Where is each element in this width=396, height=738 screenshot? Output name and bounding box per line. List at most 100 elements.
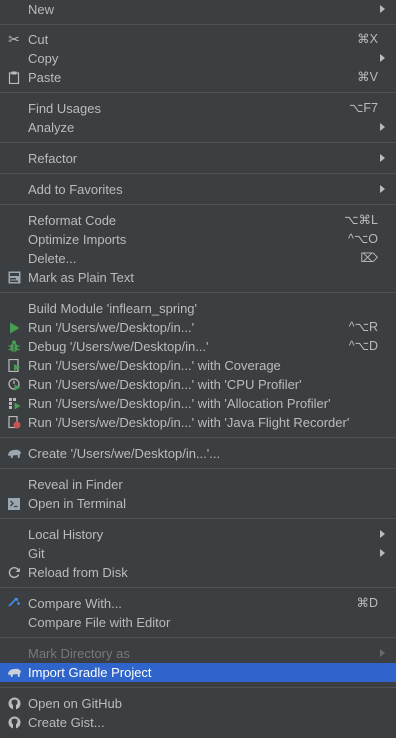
menu-item-compare-file-with-editor[interactable]: Compare File with Editor bbox=[0, 613, 396, 632]
menu-separator bbox=[0, 173, 396, 174]
menu-item-label: Optimize Imports bbox=[28, 232, 127, 247]
scissors-icon: ✂ bbox=[8, 31, 20, 47]
menu-separator bbox=[0, 142, 396, 143]
menu-item-label: Cut bbox=[28, 32, 49, 47]
menu-item-create-gist[interactable]: Create Gist... bbox=[0, 713, 396, 732]
shortcut-label: ⌘D bbox=[356, 596, 378, 610]
menu-item-label: Run '/Users/we/Desktop/in...' with 'CPU … bbox=[28, 377, 302, 392]
menu-item-run-cpu-profiler[interactable]: Run '/Users/we/Desktop/in...' with 'CPU … bbox=[0, 375, 396, 394]
menu-item-label: Build Module 'inflearn_spring' bbox=[28, 301, 198, 316]
menu-item-local-history[interactable]: Local History bbox=[0, 525, 396, 544]
menu-item-run-java-flight-recorder[interactable]: Run '/Users/we/Desktop/in...' with 'Java… bbox=[0, 413, 396, 432]
menu-item-label: Delete... bbox=[28, 251, 77, 266]
menu-item-label: Local History bbox=[28, 527, 104, 542]
menu-item-label: Import Gradle Project bbox=[28, 665, 152, 680]
shortcut-label: ⌘V bbox=[357, 70, 378, 84]
submenu-arrow-icon bbox=[380, 530, 385, 538]
menu-separator bbox=[0, 587, 396, 588]
menu-item-reveal-in-finder[interactable]: Reveal in Finder bbox=[0, 475, 396, 494]
menu-item-reformat-code[interactable]: Reformat Code ⌥⌘L bbox=[0, 211, 396, 230]
menu-item-build-module[interactable]: Build Module 'inflearn_spring' bbox=[0, 299, 396, 318]
menu-item-label: Open in Terminal bbox=[28, 496, 127, 511]
menu-item-run-allocation-profiler[interactable]: Run '/Users/we/Desktop/in...' with 'Allo… bbox=[0, 394, 396, 413]
menu-separator bbox=[0, 92, 396, 93]
menu-item-label: Compare File with Editor bbox=[28, 615, 171, 630]
menu-item-label: Add to Favorites bbox=[28, 182, 123, 197]
menu-item-label: Mark Directory as bbox=[28, 646, 130, 661]
submenu-arrow-icon bbox=[380, 549, 385, 557]
terminal-icon bbox=[6, 496, 22, 511]
menu-item-delete[interactable]: Delete... ⌦ bbox=[0, 249, 396, 268]
menu-item-paste[interactable]: Paste ⌘V bbox=[0, 68, 396, 87]
menu-item-label: Refactor bbox=[28, 151, 78, 166]
menu-item-find-usages[interactable]: Find Usages ⌥F7 bbox=[0, 99, 396, 118]
submenu-arrow-icon bbox=[380, 54, 385, 62]
submenu-arrow-icon bbox=[380, 185, 385, 193]
gradle-elephant-icon bbox=[6, 446, 22, 461]
shortcut-label: ^⌥D bbox=[348, 339, 378, 353]
menu-item-analyze[interactable]: Analyze bbox=[0, 118, 396, 137]
shortcut-label: ^⌥R bbox=[348, 320, 378, 334]
menu-separator bbox=[0, 437, 396, 438]
menu-separator bbox=[0, 292, 396, 293]
menu-item-run[interactable]: Run '/Users/we/Desktop/in...' ^⌥R bbox=[0, 318, 396, 337]
menu-item-mark-plain-text[interactable]: Mark as Plain Text bbox=[0, 268, 396, 287]
coverage-icon bbox=[6, 358, 22, 373]
menu-item-label: Compare With... bbox=[28, 596, 122, 611]
submenu-arrow-icon bbox=[380, 123, 385, 131]
cpu-profiler-icon bbox=[6, 377, 22, 392]
menu-item-label: Create '/Users/we/Desktop/in...'... bbox=[28, 446, 221, 461]
menu-item-label: Git bbox=[28, 546, 45, 561]
menu-item-reload-from-disk[interactable]: Reload from Disk bbox=[0, 563, 396, 582]
menu-item-import-gradle-project[interactable]: Import Gradle Project bbox=[0, 663, 396, 682]
menu-item-refactor[interactable]: Refactor bbox=[0, 149, 396, 168]
shortcut-label: ⌦ bbox=[360, 251, 378, 265]
menu-item-new[interactable]: New bbox=[0, 0, 396, 19]
menu-item-run-coverage[interactable]: Run '/Users/we/Desktop/in...' with Cover… bbox=[0, 356, 396, 375]
menu-item-label: Find Usages bbox=[28, 101, 101, 116]
flight-recorder-icon bbox=[6, 415, 22, 430]
menu-item-label: New bbox=[28, 2, 55, 17]
menu-item-add-to-favorites[interactable]: Add to Favorites bbox=[0, 180, 396, 199]
menu-item-debug[interactable]: Debug '/Users/we/Desktop/in...' ^⌥D bbox=[0, 337, 396, 356]
menu-item-mark-directory-as[interactable]: Mark Directory as bbox=[0, 644, 396, 663]
menu-item-label: Reveal in Finder bbox=[28, 477, 123, 492]
menu-separator bbox=[0, 637, 396, 638]
github-icon bbox=[6, 696, 22, 711]
menu-item-compare-with[interactable]: Compare With... ⌘D bbox=[0, 594, 396, 613]
clipboard-icon bbox=[6, 70, 22, 85]
menu-item-label: Reformat Code bbox=[28, 213, 117, 228]
github-icon bbox=[6, 715, 22, 730]
submenu-arrow-icon bbox=[380, 649, 385, 657]
menu-separator bbox=[0, 204, 396, 205]
compare-arrows-icon bbox=[6, 596, 22, 611]
shortcut-label: ⌥F7 bbox=[349, 101, 378, 115]
shortcut-label: ⌘X bbox=[357, 32, 378, 46]
menu-separator bbox=[0, 518, 396, 519]
submenu-arrow-icon bbox=[380, 154, 385, 162]
context-menu: New ✂ Cut ⌘X Copy Paste ⌘V Find Usages ⌥… bbox=[0, 0, 396, 738]
menu-item-git[interactable]: Git bbox=[0, 544, 396, 563]
debug-bug-icon bbox=[6, 339, 22, 354]
menu-item-open-in-terminal[interactable]: Open in Terminal bbox=[0, 494, 396, 513]
menu-item-label: Run '/Users/we/Desktop/in...' with Cover… bbox=[28, 358, 281, 373]
menu-item-label: Mark as Plain Text bbox=[28, 270, 134, 285]
plain-text-file-icon bbox=[6, 270, 22, 285]
shortcut-label: ^⌥O bbox=[348, 232, 378, 246]
menu-item-cut[interactable]: ✂ Cut ⌘X bbox=[0, 30, 396, 49]
menu-item-create[interactable]: Create '/Users/we/Desktop/in...'... bbox=[0, 444, 396, 463]
menu-item-label: Run '/Users/we/Desktop/in...' bbox=[28, 320, 195, 335]
menu-item-label: Analyze bbox=[28, 120, 75, 135]
run-icon bbox=[6, 320, 22, 335]
menu-item-copy[interactable]: Copy bbox=[0, 49, 396, 68]
menu-item-open-on-github[interactable]: Open on GitHub bbox=[0, 694, 396, 713]
submenu-arrow-icon bbox=[380, 5, 385, 13]
menu-item-label: Reload from Disk bbox=[28, 565, 128, 580]
menu-item-label: Open on GitHub bbox=[28, 696, 122, 711]
menu-item-label: Debug '/Users/we/Desktop/in...' bbox=[28, 339, 209, 354]
menu-item-label: Create Gist... bbox=[28, 715, 105, 730]
menu-item-label: Run '/Users/we/Desktop/in...' with 'Java… bbox=[28, 415, 350, 430]
menu-separator bbox=[0, 468, 396, 469]
menu-item-optimize-imports[interactable]: Optimize Imports ^⌥O bbox=[0, 230, 396, 249]
refresh-icon bbox=[6, 565, 22, 580]
